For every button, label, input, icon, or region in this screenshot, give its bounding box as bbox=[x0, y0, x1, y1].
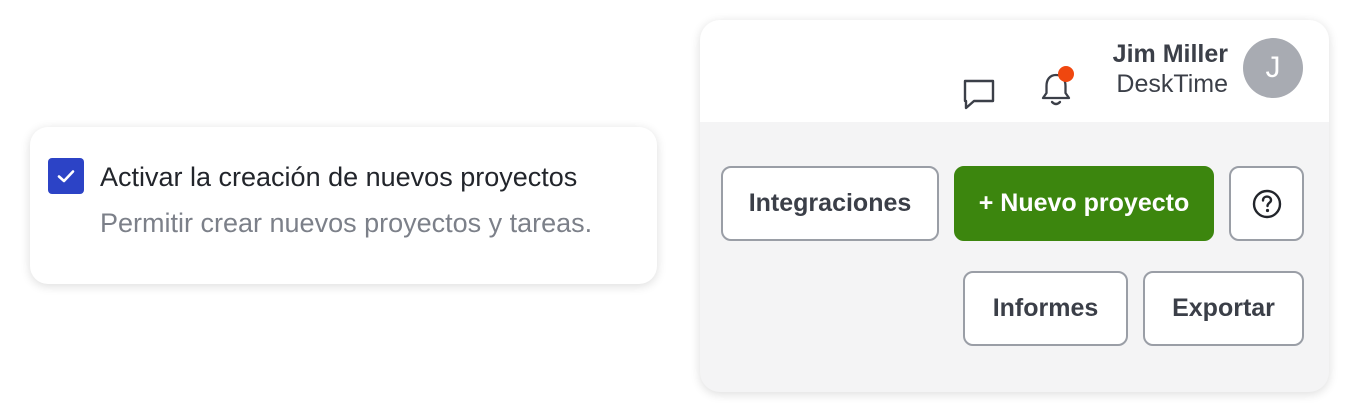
avatar[interactable]: J bbox=[1243, 38, 1303, 98]
setting-description: Permitir crear nuevos proyectos y tareas… bbox=[100, 208, 593, 238]
new-project-button[interactable]: + Nuevo proyecto bbox=[954, 166, 1214, 241]
header-panel: Jim Miller DeskTime J Integraciones + Nu… bbox=[700, 20, 1329, 392]
user-name: Jim Miller bbox=[1112, 40, 1228, 68]
question-circle-icon bbox=[1252, 189, 1281, 218]
top-bar: Jim Miller DeskTime J bbox=[700, 20, 1329, 122]
enable-projects-checkbox[interactable] bbox=[48, 158, 84, 194]
setting-card: Activar la creación de nuevos proyectos … bbox=[30, 127, 657, 284]
setting-title: Activar la creación de nuevos proyectos bbox=[100, 162, 578, 192]
notification-dot bbox=[1058, 66, 1074, 82]
chat-bubble-icon[interactable] bbox=[957, 72, 1001, 116]
user-organization: DeskTime bbox=[1116, 70, 1228, 98]
checkmark-icon bbox=[57, 170, 75, 183]
notifications-button[interactable] bbox=[1036, 66, 1076, 112]
reports-button[interactable]: Informes bbox=[963, 271, 1128, 346]
integrations-button[interactable]: Integraciones bbox=[721, 166, 939, 241]
export-button[interactable]: Exportar bbox=[1143, 271, 1304, 346]
help-button[interactable] bbox=[1229, 166, 1304, 241]
